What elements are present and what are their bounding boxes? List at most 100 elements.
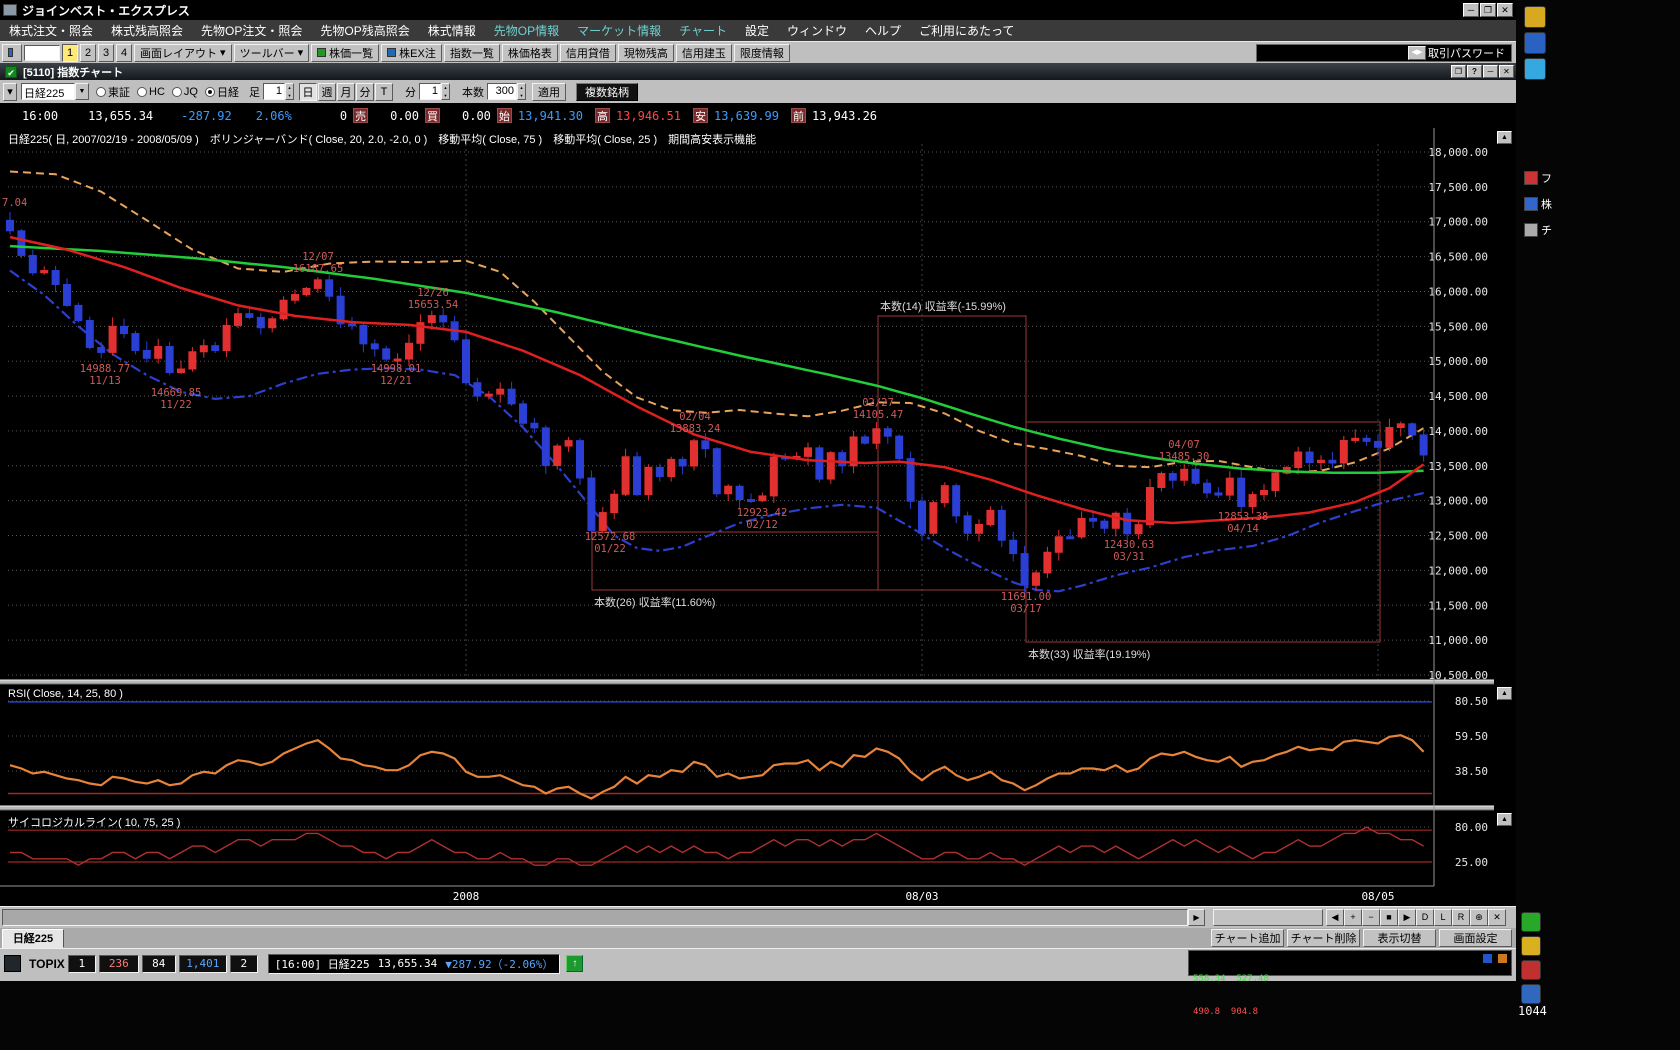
quicklaunch-red-icon[interactable] — [1521, 960, 1541, 980]
menu-item-5[interactable]: 先物OP情報 — [485, 22, 568, 39]
monitor-icon[interactable] — [4, 955, 21, 972]
menu-item-2[interactable]: 先物OP注文・照会 — [192, 22, 311, 39]
app-palette-icon[interactable] — [1524, 6, 1546, 28]
chart-nav-5-icon[interactable]: D — [1416, 909, 1434, 926]
grid-icon-button[interactable] — [2, 44, 22, 62]
menu-item-11[interactable]: ご利用にあたって — [910, 22, 1023, 39]
index-label[interactable]: TOPIX — [29, 957, 65, 971]
svg-text:13,500.00: 13,500.00 — [1428, 460, 1488, 473]
browser-e-icon[interactable] — [1524, 58, 1546, 80]
prev-close: 13,943.26 — [812, 109, 877, 123]
toolbar-button-2[interactable]: 指数一覧 — [444, 44, 500, 62]
chart-action-0[interactable]: チャート追加 — [1211, 929, 1284, 947]
password-toggle-icon[interactable]: ◀▶ — [1408, 46, 1426, 60]
menu-item-4[interactable]: 株式情報 — [419, 22, 485, 39]
radio-JQ[interactable] — [172, 87, 182, 97]
spin-arrows-icon[interactable]: ▲▼ — [285, 83, 294, 100]
toolbar-button-6[interactable]: 信用建玉 — [676, 44, 732, 62]
chart-nav-4-icon[interactable]: ▶ — [1398, 909, 1416, 926]
hscroll-thumb[interactable] — [1213, 909, 1323, 926]
toolbar-button-0[interactable]: 株価一覧 — [311, 44, 379, 62]
desktop-shortcut-2[interactable]: チ — [1524, 222, 1552, 238]
period-月[interactable]: 月 — [337, 83, 355, 101]
symbol-select[interactable]: 日経225 ▼ — [21, 83, 89, 100]
main-panel-collapse-icon[interactable]: ▲ — [1497, 131, 1512, 144]
quicklaunch-green-icon[interactable] — [1521, 912, 1541, 932]
svg-text:12,000.00: 12,000.00 — [1428, 564, 1488, 577]
quicklaunch-yellow-icon[interactable] — [1521, 936, 1541, 956]
check-icon[interactable]: ✔ — [5, 66, 17, 78]
toolbar-button-3[interactable]: 株価格表 — [502, 44, 558, 62]
arrow-up-icon[interactable]: ↑ — [566, 955, 583, 972]
minimize-button[interactable]: ─ — [1463, 3, 1479, 17]
radio-HC[interactable] — [137, 87, 147, 97]
chart-nav-8-icon[interactable]: ⊕ — [1470, 909, 1488, 926]
chevron-down-icon[interactable]: ▾ — [3, 83, 17, 101]
menu-item-3[interactable]: 先物OP残高照会 — [311, 22, 418, 39]
quick-layout-4[interactable]: 4 — [116, 44, 132, 62]
toolbar-button-4[interactable]: 信用貸借 — [560, 44, 616, 62]
menu-item-7[interactable]: チャート — [670, 22, 736, 39]
radio-日経[interactable] — [205, 87, 215, 97]
spin-arrows-icon[interactable]: ▲▼ — [441, 83, 450, 100]
chart-nav-7-icon[interactable]: R — [1452, 909, 1470, 926]
chart-action-2[interactable]: 表示切替 — [1363, 929, 1436, 947]
psych-panel-collapse-icon[interactable]: ▲ — [1497, 813, 1512, 826]
toolbar-button-1[interactable]: 株EX注 — [381, 44, 442, 62]
quicklaunch-blue-icon[interactable] — [1521, 984, 1541, 1004]
period-週[interactable]: 週 — [318, 83, 336, 101]
ticker-badge-orange-icon[interactable] — [1497, 953, 1508, 964]
hscroll-right-arrow-icon[interactable]: ▶ — [1188, 909, 1205, 926]
toolbar-button-5[interactable]: 現物残高 — [618, 44, 674, 62]
quick-layout-2[interactable]: 2 — [80, 44, 96, 62]
quick-layout-1[interactable]: 1 — [62, 44, 78, 62]
radio-東証[interactable] — [96, 87, 106, 97]
svg-text:16,500.00: 16,500.00 — [1428, 251, 1488, 264]
chart-nav-9-icon[interactable]: ✕ — [1488, 909, 1506, 926]
layout-name-box[interactable] — [24, 45, 60, 61]
chart-nav-3-icon[interactable]: ■ — [1380, 909, 1398, 926]
symbol-dropdown-icon[interactable]: ▼ — [75, 83, 89, 100]
menu-item-10[interactable]: ヘルプ — [856, 22, 910, 39]
toolbar-button-7[interactable]: 限度情報 — [734, 44, 790, 62]
menu-item-6[interactable]: マーケット情報 — [568, 22, 670, 39]
desktop-shortcut-1[interactable]: 株 — [1524, 196, 1552, 212]
period-T[interactable]: T — [375, 83, 393, 101]
password-label[interactable]: 取引パスワード — [1428, 45, 1505, 61]
ticker-badge-blue-icon[interactable] — [1482, 953, 1493, 964]
chart-action-1[interactable]: チャート削除 — [1287, 929, 1360, 947]
tab-nikkei225[interactable]: 日経225 — [2, 929, 64, 948]
toolbar-dropdown-button[interactable]: ツールバー ▾ — [234, 44, 310, 62]
menu-item-1[interactable]: 株式残高照会 — [102, 22, 192, 39]
close-button[interactable]: ✕ — [1497, 3, 1513, 17]
layout-dropdown-button[interactable]: 画面レイアウト ▾ — [134, 44, 232, 62]
app-window: ジョインベスト・エクスプレス ─ ❐ ✕ 株式注文・照会株式残高照会先物OP注文… — [0, 0, 1516, 981]
minute-stepper[interactable]: 1 ▲▼ — [419, 83, 450, 100]
chart-nav-1-icon[interactable]: + — [1344, 909, 1362, 926]
app-blue-icon[interactable] — [1524, 32, 1546, 54]
chart-nav-6-icon[interactable]: L — [1434, 909, 1452, 926]
chart-nav-2-icon[interactable]: − — [1362, 909, 1380, 926]
bar-count-stepper[interactable]: 1 ▲▼ — [263, 83, 294, 100]
period-日[interactable]: 日 — [299, 83, 317, 101]
quick-layout-3[interactable]: 3 — [98, 44, 114, 62]
high-label: 高 — [595, 108, 610, 123]
minimize-icon[interactable]: ─ — [1483, 65, 1498, 78]
spin-arrows-icon[interactable]: ▲▼ — [517, 83, 526, 100]
period-分[interactable]: 分 — [356, 83, 374, 101]
menu-item-8[interactable]: 設定 — [736, 22, 778, 39]
menu-item-0[interactable]: 株式注文・照会 — [0, 22, 102, 39]
multi-symbol-button[interactable]: 複数銘柄 — [576, 83, 638, 101]
count-stepper[interactable]: 300 ▲▼ — [487, 83, 526, 100]
rsi-panel-collapse-icon[interactable]: ▲ — [1497, 687, 1512, 700]
maximize-button[interactable]: ❐ — [1480, 3, 1496, 17]
chart-action-3[interactable]: 画面設定 — [1439, 929, 1512, 947]
hscroll-track[interactable] — [2, 909, 1188, 926]
chart-nav-0-icon[interactable]: ◀ — [1326, 909, 1344, 926]
menu-item-9[interactable]: ウィンドウ — [778, 22, 856, 39]
desktop-shortcut-0[interactable]: フ — [1524, 170, 1552, 186]
restore-icon[interactable]: ❐ — [1451, 65, 1466, 78]
close-icon[interactable]: ✕ — [1499, 65, 1514, 78]
help-icon[interactable]: ? — [1467, 65, 1482, 78]
apply-button[interactable]: 適用 — [532, 83, 566, 101]
